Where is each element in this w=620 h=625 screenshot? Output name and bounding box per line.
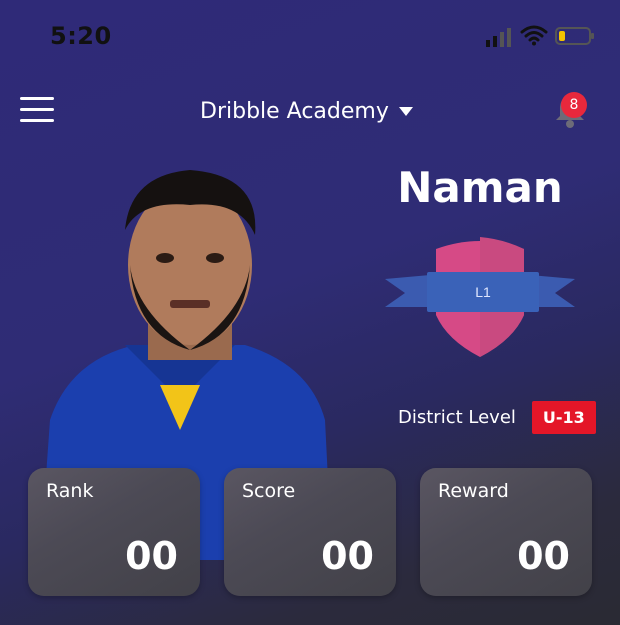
academy-dropdown[interactable]: Dribble Academy [200, 96, 413, 126]
district-level-label: District Level [398, 406, 516, 428]
score-card[interactable]: Score 00 [224, 468, 396, 596]
status-time: 5:20 [50, 22, 112, 50]
academy-name: Dribble Academy [200, 98, 389, 124]
wifi-icon [520, 25, 548, 46]
chevron-down-icon [398, 106, 413, 116]
rank-label: Rank [46, 480, 94, 502]
reward-value: 00 [517, 534, 570, 578]
reward-card[interactable]: Reward 00 [420, 468, 592, 596]
player-name: Naman [397, 163, 563, 212]
rank-card[interactable]: Rank 00 [28, 468, 200, 596]
score-value: 00 [321, 534, 374, 578]
status-bar: 5:20 [0, 0, 620, 70]
level-shield-icon: L1 [385, 237, 575, 357]
age-group-badge: U-13 [531, 400, 596, 434]
level-badge-text: L1 [475, 284, 491, 300]
reward-label: Reward [438, 480, 509, 502]
notification-badge: 8 [561, 92, 587, 118]
level-row: District Level U-13 [398, 398, 596, 436]
score-label: Score [242, 480, 296, 502]
rank-value: 00 [125, 534, 178, 578]
battery-icon [555, 27, 594, 45]
cellular-signal-icon [486, 28, 511, 47]
app-header: Dribble Academy [0, 80, 620, 140]
hamburger-menu-icon[interactable] [20, 95, 54, 123]
